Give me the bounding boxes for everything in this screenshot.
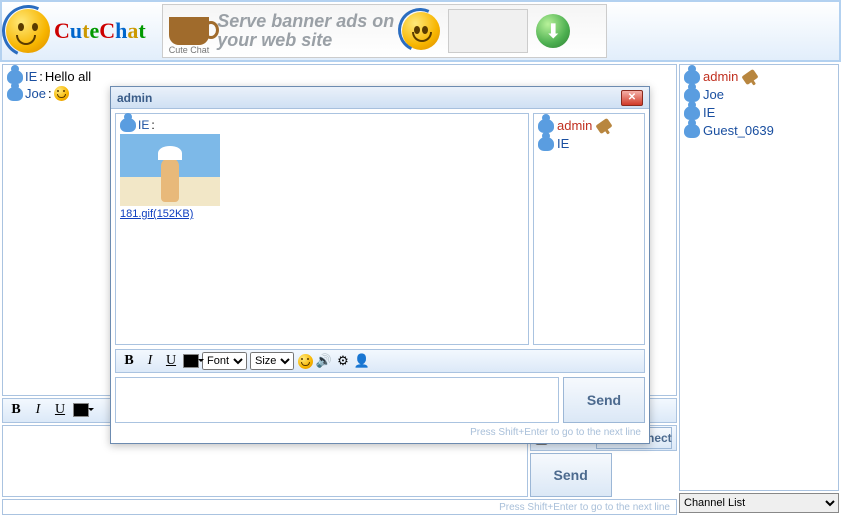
user-list-main: admin Joe IE Guest_0639 xyxy=(679,64,839,491)
download-icon[interactable]: ⬇ xyxy=(536,14,570,48)
send-button-dialog[interactable]: Send xyxy=(563,377,645,423)
user-name: admin xyxy=(557,118,592,133)
user-icon xyxy=(538,137,554,151)
invite-user-icon[interactable]: 👤 xyxy=(354,353,370,369)
compose-hint-main: Press Shift+Enter to go to the next line xyxy=(2,499,677,515)
channel-list-select[interactable]: Channel List xyxy=(679,493,839,513)
app-logo: CuteChat xyxy=(6,9,146,53)
header-banner: CuteChat Cute Chat Serve banner ads onyo… xyxy=(0,0,841,62)
chat-username: Joe xyxy=(25,86,46,101)
chat-username: IE xyxy=(25,69,37,84)
user-list-item[interactable]: IE xyxy=(538,136,640,151)
italic-button[interactable]: I xyxy=(141,352,159,370)
dialog-titlebar[interactable]: admin ✕ xyxy=(111,87,649,109)
user-list-item[interactable]: admin xyxy=(538,118,640,133)
banner-smiley-icon xyxy=(402,12,440,50)
chat-username: IE xyxy=(138,118,149,132)
user-icon xyxy=(7,87,23,101)
bold-button[interactable]: B xyxy=(120,352,138,370)
user-name: IE xyxy=(703,105,715,120)
italic-button[interactable]: I xyxy=(29,401,47,419)
dialog-user-list: admin IE xyxy=(533,113,645,345)
ad-banner[interactable]: Cute Chat Serve banner ads onyour web si… xyxy=(162,4,607,58)
gavel-icon xyxy=(596,117,613,133)
size-select[interactable]: Size xyxy=(250,352,294,370)
font-select[interactable]: Font xyxy=(202,352,247,370)
user-icon xyxy=(120,118,136,132)
underline-button[interactable]: U xyxy=(162,352,180,370)
dialog-chat-log: IE: 181.gif(152KB) xyxy=(115,113,529,345)
sound-button[interactable]: 🔊 xyxy=(316,353,332,369)
settings-icon[interactable]: ⚙ xyxy=(335,353,351,369)
chat-message: IE: Hello all xyxy=(7,69,672,84)
user-icon xyxy=(684,88,700,102)
chat-text: Hello all xyxy=(45,69,91,84)
compose-input-dialog[interactable] xyxy=(115,377,559,423)
user-icon xyxy=(684,106,700,120)
dialog-title: admin xyxy=(117,91,152,105)
user-name: Joe xyxy=(703,87,724,102)
color-picker[interactable] xyxy=(183,354,199,368)
user-list-item[interactable]: Guest_0639 xyxy=(684,123,834,138)
coffee-cup-icon: Cute Chat xyxy=(169,7,210,55)
emoji-button[interactable] xyxy=(297,353,313,369)
banner-screenshot xyxy=(448,9,528,53)
user-icon xyxy=(684,70,700,84)
user-icon xyxy=(538,119,554,133)
user-icon xyxy=(684,124,700,138)
banner-text: Serve banner ads onyour web site xyxy=(217,12,394,50)
user-name: IE xyxy=(557,136,569,151)
user-name: Guest_0639 xyxy=(703,123,774,138)
bold-button[interactable]: B xyxy=(7,401,25,419)
close-button[interactable]: ✕ xyxy=(621,90,643,106)
private-chat-dialog: admin ✕ IE: 181.gif(152KB) admin IE B I … xyxy=(110,86,650,444)
smiley-emoji-icon xyxy=(54,86,69,101)
image-attachment[interactable] xyxy=(120,134,220,206)
attachment-link[interactable]: 181.gif(152KB) xyxy=(120,208,524,220)
logo-text: CuteChat xyxy=(54,18,146,44)
chat-message: IE: xyxy=(120,118,524,132)
logo-smiley-icon xyxy=(6,9,50,53)
user-list-item[interactable]: IE xyxy=(684,105,834,120)
underline-button[interactable]: U xyxy=(51,401,69,419)
user-name: admin xyxy=(703,69,738,84)
compose-hint-dialog: Press Shift+Enter to go to the next line xyxy=(111,427,649,443)
format-toolbar-dialog: B I U Font Size 🔊 ⚙ 👤 xyxy=(115,349,645,373)
gavel-icon xyxy=(742,68,759,84)
send-button-main[interactable]: Send xyxy=(530,453,612,497)
color-picker[interactable] xyxy=(73,403,89,417)
user-list-item[interactable]: Joe xyxy=(684,87,834,102)
user-list-item[interactable]: admin xyxy=(684,69,834,84)
